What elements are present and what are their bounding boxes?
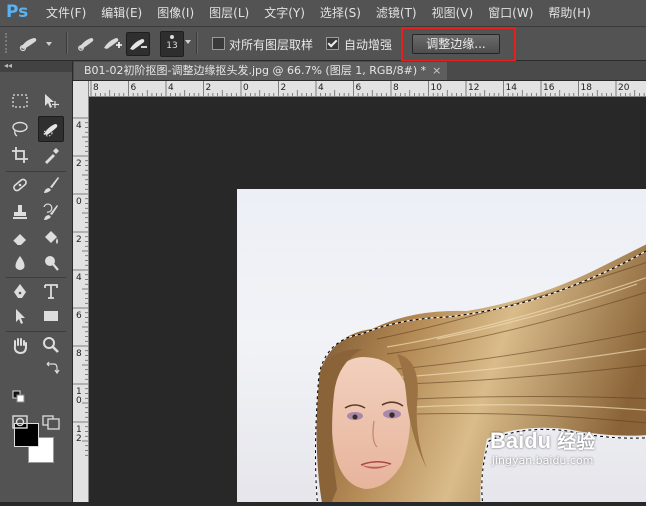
ruler-label: 2 xyxy=(206,83,212,93)
sample-all-layers-checkbox[interactable] xyxy=(212,37,225,50)
eraser-tool-icon[interactable] xyxy=(8,226,32,250)
default-colors-icon[interactable] xyxy=(8,386,32,410)
brush-tool-icon[interactable] xyxy=(39,173,63,197)
options-separator xyxy=(66,32,68,54)
ruler-label: 2 xyxy=(76,235,82,245)
options-separator xyxy=(196,32,198,54)
pen-tool-icon[interactable] xyxy=(8,279,32,303)
subtract-from-selection-brush-icon[interactable] xyxy=(126,32,150,56)
add-to-selection-brush-icon[interactable] xyxy=(101,32,123,54)
menu-help[interactable]: 帮助(H) xyxy=(548,0,590,26)
menu-type[interactable]: 文字(Y) xyxy=(264,0,305,26)
sample-all-layers-label: 对所有图层取样 xyxy=(229,38,314,52)
ruler-label: 2 xyxy=(76,434,82,444)
ruler-label: 10 xyxy=(431,83,443,93)
marquee-tool-icon[interactable] xyxy=(8,89,32,113)
menu-select[interactable]: 选择(S) xyxy=(320,0,361,26)
ruler-label: 2 xyxy=(281,83,287,93)
brush-tip-icon xyxy=(170,35,174,39)
ruler-label: 0 xyxy=(243,83,249,93)
ruler-label: 6 xyxy=(131,83,137,93)
auto-enhance-checkbox[interactable] xyxy=(326,37,339,50)
ruler-label: 4 xyxy=(168,83,174,93)
menu-layer[interactable]: 图层(L) xyxy=(209,0,249,26)
brush-size-picker[interactable]: 13 xyxy=(160,31,184,57)
toolbox-separator xyxy=(6,331,66,332)
toolbox-separator xyxy=(6,277,66,278)
menu-file[interactable]: 文件(F) xyxy=(46,0,86,26)
options-bar: 13 对所有图层取样 自动增强 调整边缘... xyxy=(0,27,646,61)
clone-stamp-tool-icon[interactable] xyxy=(8,200,32,224)
document-tab-title: B01-02初阶抠图-调整边缘抠头发.jpg @ 66.7% (图层 1, RG… xyxy=(84,64,427,77)
move-tool-icon[interactable] xyxy=(39,89,63,113)
watermark-url: jingyan.baidu.com xyxy=(491,454,594,467)
watermark-brand: Baidu xyxy=(490,428,552,453)
horizontal-ruler-marks: 8 6 4 2 0 2 4 6 8 10 12 14 16 18 20 xyxy=(90,81,645,96)
path-selection-tool-icon[interactable] xyxy=(8,304,32,328)
ruler-label: 14 xyxy=(506,83,518,93)
paint-bucket-tool-icon[interactable] xyxy=(39,226,63,250)
type-tool-icon[interactable] xyxy=(39,279,63,303)
menu-edit[interactable]: 编辑(E) xyxy=(101,0,142,26)
history-brush-tool-icon[interactable] xyxy=(39,200,63,224)
tool-preset-picker[interactable] xyxy=(17,33,55,53)
ruler-label: 4 xyxy=(318,83,324,93)
eyedropper-tool-icon[interactable] xyxy=(39,143,63,167)
ruler-label: 8 xyxy=(393,83,399,93)
ruler-label: 20 xyxy=(618,83,630,93)
auto-enhance-label: 自动增强 xyxy=(344,38,393,52)
healing-brush-tool-icon[interactable] xyxy=(8,173,32,197)
new-selection-brush-icon[interactable] xyxy=(76,32,98,54)
lasso-tool-icon[interactable] xyxy=(8,117,32,141)
ruler-label: 18 xyxy=(581,83,593,93)
ruler-label: 8 xyxy=(93,83,99,93)
ruler-label: 0 xyxy=(76,197,82,207)
quick-mask-icon[interactable] xyxy=(8,410,32,434)
menu-filter[interactable]: 滤镜(T) xyxy=(376,0,417,26)
brush-size-value: 13 xyxy=(166,41,178,51)
menu-view[interactable]: 视图(V) xyxy=(432,0,474,26)
toolbox-separator xyxy=(6,171,66,172)
photoshop-logo: Ps xyxy=(6,2,29,22)
document-tab[interactable]: B01-02初阶抠图-调整边缘抠头发.jpg @ 66.7% (图层 1, RG… xyxy=(74,62,448,80)
quick-selection-tool-icon[interactable] xyxy=(38,116,64,142)
ruler-label: 4 xyxy=(76,273,82,283)
zoom-tool-icon[interactable] xyxy=(39,333,63,357)
ruler-label: 16 xyxy=(543,83,555,93)
menu-image[interactable]: 图像(I) xyxy=(157,0,194,26)
ruler-label: 12 xyxy=(468,83,479,93)
menu-items: 文件(F) 编辑(E) 图像(I) 图层(L) 文字(Y) 选择(S) 滤镜(T… xyxy=(46,0,606,26)
close-icon[interactable]: × xyxy=(432,64,441,77)
menu-bar: Ps 文件(F) 编辑(E) 图像(I) 图层(L) 文字(Y) 选择(S) 滤… xyxy=(0,0,646,27)
toolbox: ◂◂ xyxy=(0,61,73,502)
document-tab-bar: B01-02初阶抠图-调整边缘抠头发.jpg @ 66.7% (图层 1, RG… xyxy=(73,61,646,81)
horizontal-ruler[interactable]: 8 6 4 2 0 2 4 6 8 10 12 14 16 18 20 xyxy=(89,81,646,97)
rectangle-tool-icon[interactable] xyxy=(39,304,63,328)
hand-tool-icon[interactable] xyxy=(8,333,32,357)
watermark-brand-cn: 经验 xyxy=(557,432,596,453)
vertical-ruler-marks: 42024681012 xyxy=(73,117,88,456)
ruler-label: 2 xyxy=(76,159,82,169)
toolbox-collapse-toggle[interactable]: ◂◂ xyxy=(0,61,72,72)
crop-tool-icon[interactable] xyxy=(8,143,32,167)
ruler-label: 6 xyxy=(356,83,362,93)
swap-colors-icon[interactable] xyxy=(40,357,64,381)
ruler-label: 6 xyxy=(76,311,82,321)
ruler-label: 0 xyxy=(76,396,82,406)
ruler-label: 4 xyxy=(76,121,82,131)
menu-window[interactable]: 窗口(W) xyxy=(488,0,533,26)
baidu-watermark: Baidu 经验 jingyan.baidu.com xyxy=(490,430,595,468)
chevron-down-icon[interactable] xyxy=(185,40,191,44)
ruler-label: 8 xyxy=(76,349,82,359)
vertical-ruler[interactable]: 42024681012 xyxy=(73,81,89,502)
dodge-tool-icon[interactable] xyxy=(39,251,63,275)
screen-mode-icon[interactable] xyxy=(39,410,63,434)
annotation-highlight-box xyxy=(401,27,516,62)
blur-tool-icon[interactable] xyxy=(8,251,32,275)
options-bar-grip[interactable] xyxy=(5,33,10,53)
